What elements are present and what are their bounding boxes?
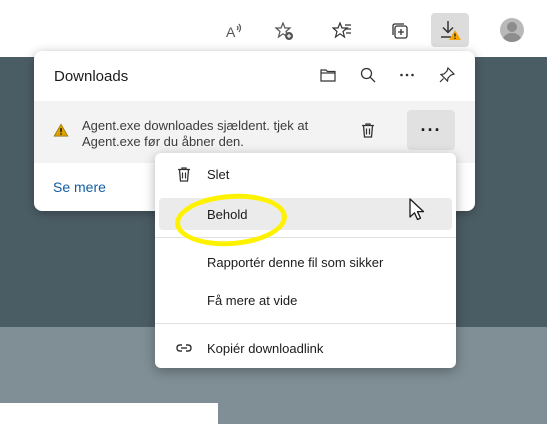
download-more-button[interactable]: ··· [407,110,455,150]
trash-icon [175,165,193,183]
browser-toolbar: A [0,0,547,57]
pin-icon [439,66,456,83]
add-favorite-button[interactable] [270,17,298,45]
collections-button[interactable] [386,17,414,45]
see-more-link[interactable]: Se mere [53,179,106,195]
open-folder-button[interactable] [317,64,339,86]
downloads-icon [441,21,461,40]
menu-item-report-safe[interactable]: Rapportér denne fil som sikker [159,246,452,278]
menu-item-learn-more-label: Få mere at vide [207,292,298,308]
menu-item-copy-link[interactable]: Kopiér downloadlink [159,332,452,364]
read-aloud-icon: A [226,23,242,40]
more-options-button[interactable] [396,64,418,86]
page-content-block [0,403,218,424]
more-options-icon [400,73,414,77]
favorites-icon [332,21,351,39]
menu-item-learn-more[interactable]: Få mere at vide [159,284,452,316]
trash-icon [362,123,374,138]
add-favorite-icon [274,21,293,40]
search-icon [360,67,376,83]
favorites-button[interactable] [328,17,356,45]
menu-item-copy-link-label: Kopiér downloadlink [207,340,324,356]
download-warning-text: Agent.exe downloades sjældent. tjek at A… [82,118,382,150]
menu-item-report-safe-label: Rapportér denne fil som sikker [207,254,384,270]
open-folder-icon [320,69,336,82]
warning-line-1: Agent.exe downloades sjældent. tjek at [82,118,309,133]
warning-line-2: Agent.exe før du åbner den. [82,134,244,149]
menu-item-delete[interactable]: Slet [159,158,452,190]
warning-icon [53,123,69,137]
menu-item-delete-label: Slet [207,166,230,182]
pin-panel-button[interactable] [436,64,458,86]
mouse-cursor-icon [409,198,425,221]
svg-text:A: A [226,24,236,40]
download-context-menu: Slet Behold Rapportér denne fil som sikk… [155,153,456,368]
panel-title: Downloads [54,68,129,85]
delete-download-button[interactable] [357,119,379,141]
link-icon [175,339,193,357]
search-downloads-button[interactable] [357,64,379,86]
profile-avatar[interactable] [500,18,524,42]
collections-icon [392,23,408,39]
read-aloud-button[interactable]: A [220,17,248,45]
downloads-button[interactable] [431,13,469,47]
menu-separator [155,323,456,324]
